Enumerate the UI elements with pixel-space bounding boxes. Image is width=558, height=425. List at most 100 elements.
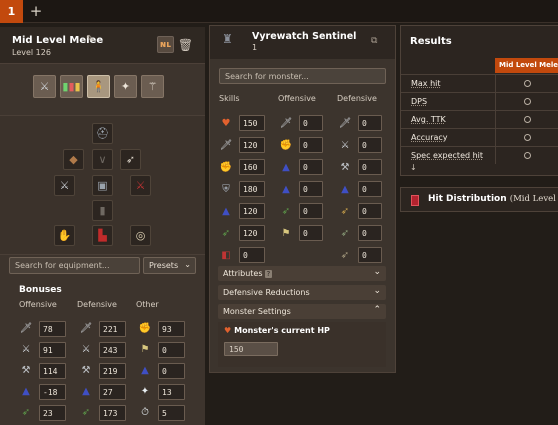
attributes-accordion[interactable]: Attributes? ⌄ — [218, 266, 386, 281]
stab-icon: 🗡 — [279, 117, 293, 129]
defence-level-input[interactable]: 180 — [239, 181, 265, 197]
accuracy-label: Accuracy — [411, 133, 448, 142]
attack-speed-input[interactable]: 0 — [239, 247, 265, 263]
standard-ranged-defence-input[interactable]: 0 — [358, 225, 382, 241]
chevron-up-icon: ⌃ — [373, 305, 381, 315]
loadout-header: Mid Level Melee ✎ Level 126 ɴʟ 🗑 — [0, 27, 205, 64]
import-loadout-button[interactable]: ɴʟ — [157, 36, 174, 53]
ttk-label: Avg. TTK — [411, 115, 446, 124]
hit-distribution-panel[interactable]: Hit Distribution (Mid Level Me — [400, 187, 558, 212]
results-panel: Results Mid Level Melee Max hit DPS Avg.… — [400, 25, 558, 176]
presets-dropdown[interactable]: Presets ⌄ — [143, 257, 196, 274]
light-ranged-defence-input[interactable]: 0 — [358, 203, 382, 219]
result-row-spec: Spec expected hit — [401, 146, 558, 164]
slash-icon: ⚔ — [81, 344, 91, 355]
special-attack-icon[interactable]: ⚚ — [141, 75, 164, 98]
spec-expected-hit-label: Spec expected hit — [411, 151, 484, 160]
monster-defensive-label: Defensive — [337, 94, 377, 103]
dps-label: DPS — [411, 97, 428, 106]
slash-defence-input[interactable]: 0 — [358, 137, 382, 153]
expand-results-arrow-icon[interactable]: ↓ — [410, 163, 417, 172]
monster-index: 1 — [252, 43, 258, 52]
strength-fist-icon: ✊ — [219, 161, 233, 173]
result-row-ttk: Avg. TTK — [401, 110, 558, 128]
monster-name: Vyrewatch Sentinel — [252, 31, 357, 42]
stab-icon: 🗡 — [19, 323, 33, 334]
monster-header: ♜ Vyrewatch Sentinel 1 ⧉ — [210, 26, 395, 59]
cape-slot-icon[interactable]: ◆ — [63, 149, 84, 170]
body-slot-platebody-icon[interactable]: ▣ — [92, 175, 113, 196]
crush-defence-value: 219 — [99, 362, 126, 379]
current-hp-input[interactable]: 150 — [224, 342, 278, 356]
hands-slot-gloves-icon[interactable]: ✋ — [54, 225, 75, 246]
magic-hat-icon: ▲ — [82, 386, 90, 397]
ranged-level-input[interactable]: 120 — [239, 225, 265, 241]
heavy-ranged-icon: ➶ — [340, 249, 350, 261]
hitpoints-level-input[interactable]: 150 — [239, 115, 265, 131]
strength-level-input[interactable]: 160 — [239, 159, 265, 175]
crush-icon: ⚒ — [21, 365, 31, 376]
ring-slot-icon[interactable]: ◎ — [130, 225, 151, 246]
monster-magic-strength-input[interactable]: 0 — [299, 181, 323, 197]
help-icon[interactable]: ? — [264, 270, 273, 278]
magic-defence-input[interactable]: 0 — [358, 181, 382, 197]
skills-label: Skills — [219, 94, 240, 103]
combat-style-icon[interactable]: ⚔ — [33, 75, 56, 98]
loadout-tab-1[interactable]: 1 — [0, 0, 23, 23]
feet-slot-boots-icon[interactable]: ▙ — [92, 225, 113, 246]
attack-sword-icon: 🗡 — [219, 139, 233, 151]
chevron-down-icon: ⌄ — [373, 267, 381, 277]
attack-level-input[interactable]: 120 — [239, 137, 265, 153]
weapon-slot-sword-icon[interactable]: ⚔ — [54, 175, 75, 196]
loading-spinner-icon — [524, 134, 531, 141]
current-hp-text: Monster's current HP — [234, 326, 330, 335]
ranged-strength-icon: ⚑ — [140, 344, 150, 355]
equipment-search-input[interactable]: Search for equipment... — [9, 257, 140, 274]
defensive-reductions-accordion[interactable]: Defensive Reductions ⌄ — [218, 285, 386, 300]
monster-search-input[interactable]: Search for monster... — [219, 68, 386, 84]
attributes-label: Attributes — [223, 269, 263, 278]
delete-loadout-icon[interactable]: 🗑 — [177, 36, 194, 53]
ranged-defence-value: 173 — [99, 404, 126, 421]
stab-icon: 🗡 — [338, 117, 352, 129]
monster-attack-bonus-input[interactable]: 0 — [299, 115, 323, 131]
monster-ranged-bonus-input[interactable]: 0 — [299, 203, 323, 219]
monster-strength-bonus-input[interactable]: 0 — [299, 137, 323, 153]
magic-level-input[interactable]: 120 — [239, 203, 265, 219]
edit-name-icon[interactable]: ✎ — [86, 34, 94, 45]
skills-icon[interactable]: ▮ ▮ ▮ — [60, 75, 83, 98]
ranged-strength-icon: ⚑ — [281, 227, 291, 239]
result-row-dps: DPS — [401, 92, 558, 110]
external-link-icon[interactable]: ⧉ — [371, 36, 377, 46]
magic-strength-value: 0 — [158, 362, 185, 379]
loading-spinner-icon — [524, 152, 531, 159]
monster-ranged-strength-input[interactable]: 0 — [299, 225, 323, 241]
heavy-ranged-defence-input[interactable]: 0 — [358, 247, 382, 263]
monster-magic-bonus-input[interactable]: 0 — [299, 159, 323, 175]
crush-attack-value: 114 — [39, 362, 66, 379]
monster-settings-accordion[interactable]: Monster Settings ⌃ — [218, 304, 386, 319]
neck-slot-amulet-icon[interactable]: ∨ — [92, 149, 113, 170]
monster-sprite-icon: ♜ — [222, 32, 233, 46]
add-loadout-button[interactable]: + — [27, 2, 45, 20]
legs-slot-icon[interactable]: ▮ — [92, 200, 113, 221]
monster-defensive: 🗡 0 ⚔ 0 ⚒ 0 ▲ 0 ➶ 0 ➶ 0 ➶ 0 — [337, 112, 382, 266]
prayer-icon[interactable]: ✦ — [114, 75, 137, 98]
hit-distribution-title: Hit Distribution (Mid Level Me — [428, 194, 558, 204]
head-slot-helm-icon[interactable]: ⛑ — [92, 123, 113, 144]
equipment-icon[interactable]: 🧍 — [87, 75, 110, 98]
loadout-panel: Mid Level Melee ✎ Level 126 ɴʟ 🗑 ⚔ ▮ ▮ ▮ 🧍… — [0, 27, 205, 425]
presets-label: Presets — [149, 261, 179, 270]
attack-speed-icon: ◧ — [221, 249, 231, 261]
monster-skills: ♥ 150 🗡 120 ✊ 160 ⛨ 180 ▲ 120 ➶ 120 ◧ 0 — [218, 112, 265, 266]
hit-distribution-subtitle: (Mid Level Me — [509, 194, 558, 204]
results-column-header: Mid Level Melee — [495, 58, 558, 73]
defensive-bonuses: 🗡 221 ⚔ 243 ⚒ 219 ▲ 27 ➶ 173 — [78, 318, 126, 423]
crush-defence-input[interactable]: 0 — [358, 159, 382, 175]
ranged-bow-icon: ➶ — [281, 205, 291, 217]
attack-speed-value: 5 — [158, 404, 185, 421]
monster-offensive: 🗡 0 ✊ 0 ▲ 0 ▲ 0 ➶ 0 ⚑ 0 — [278, 112, 323, 244]
shield-slot-defender-icon[interactable]: ⚔ — [130, 175, 151, 196]
stab-defence-input[interactable]: 0 — [358, 115, 382, 131]
ammo-slot-icon[interactable]: ➶ — [120, 149, 141, 170]
